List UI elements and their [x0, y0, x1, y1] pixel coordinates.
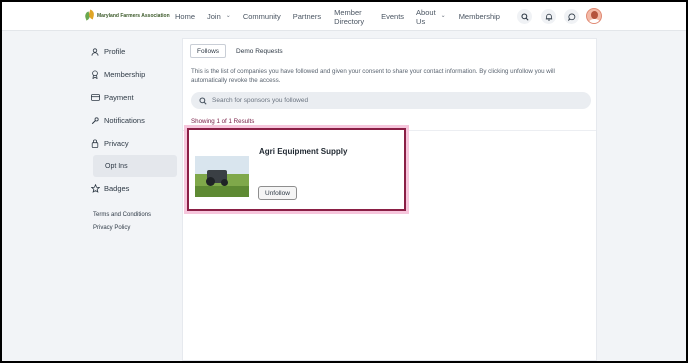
- sidebar-item-label: Membership: [104, 70, 146, 79]
- sidebar-item-notifications[interactable]: Notifications: [90, 109, 180, 132]
- chevron-down-icon: ⌄: [440, 13, 446, 19]
- sidebar-item-label: Badges: [104, 184, 130, 193]
- search-button[interactable]: [517, 9, 532, 24]
- account-sidebar: Profile Membership Payment Notifications…: [90, 40, 180, 234]
- sidebar-item-payment[interactable]: Payment: [90, 86, 180, 109]
- badge-icon: [90, 70, 100, 79]
- brand-logo[interactable]: Maryland Farmers Association: [85, 10, 170, 21]
- sidebar-item-membership[interactable]: Membership: [90, 63, 180, 86]
- sidebar-item-opt-ins[interactable]: Opt Ins: [93, 155, 177, 177]
- sponsor-search[interactable]: [191, 92, 591, 109]
- main-nav: Home Join ⌄ Community Partners Member Dir…: [175, 2, 500, 31]
- tab-demo-requests[interactable]: Demo Requests: [230, 44, 289, 58]
- terms-link[interactable]: Terms and Conditions: [90, 208, 180, 221]
- nav-membership[interactable]: Membership: [459, 12, 500, 21]
- search-icon: [520, 12, 529, 21]
- sidebar-item-label: Opt Ins: [105, 162, 128, 170]
- nav-join[interactable]: Join ⌄: [207, 12, 231, 21]
- user-avatar[interactable]: [586, 8, 602, 24]
- unfollow-button[interactable]: Unfollow: [258, 186, 297, 200]
- messages-button[interactable]: [564, 9, 579, 24]
- nav-community[interactable]: Community: [243, 12, 281, 21]
- tab-bar: Follows Demo Requests: [190, 44, 289, 58]
- sidebar-item-profile[interactable]: Profile: [90, 40, 180, 63]
- nav-partners[interactable]: Partners: [293, 12, 321, 21]
- sidebar-item-privacy[interactable]: Privacy: [90, 132, 180, 155]
- nav-member-directory[interactable]: Member Directory: [334, 8, 370, 26]
- sponsor-name: Agri Equipment Supply: [259, 147, 348, 156]
- sponsor-card: Agri Equipment Supply Unfollow: [187, 128, 406, 211]
- bell-icon: [545, 13, 552, 21]
- sidebar-item-badges[interactable]: Badges: [90, 177, 180, 200]
- nav-home[interactable]: Home: [175, 12, 195, 21]
- chevron-down-icon: ⌄: [225, 13, 231, 19]
- nav-events[interactable]: Events: [381, 12, 404, 21]
- leaf-logo-icon: [85, 10, 94, 21]
- sidebar-item-label: Profile: [104, 47, 126, 56]
- sidebar-item-label: Notifications: [104, 116, 145, 125]
- top-header: Maryland Farmers Association Home Join ⌄ …: [2, 2, 686, 31]
- search-input[interactable]: [212, 97, 572, 104]
- notifications-button[interactable]: [541, 9, 556, 24]
- sidebar-item-label: Payment: [104, 93, 134, 102]
- star-icon: [90, 184, 100, 193]
- opt-ins-panel: Follows Demo Requests This is the list o…: [182, 38, 597, 361]
- app-window: Maryland Farmers Association Home Join ⌄ …: [2, 2, 686, 361]
- privacy-policy-link[interactable]: Privacy Policy: [90, 221, 180, 234]
- follows-description: This is the list of companies you have f…: [191, 68, 555, 84]
- results-count: Showing 1 of 1 Results: [191, 118, 255, 125]
- lock-icon: [90, 139, 100, 148]
- search-icon: [199, 96, 207, 105]
- tab-follows[interactable]: Follows: [190, 44, 227, 58]
- user-icon: [90, 47, 100, 56]
- sidebar-item-label: Privacy: [104, 139, 129, 148]
- credit-card-icon: [90, 94, 100, 101]
- brand-name: Maryland Farmers Association: [97, 12, 170, 19]
- wrench-icon: [90, 116, 100, 125]
- sponsor-image: [195, 156, 249, 197]
- chat-icon: [567, 13, 575, 21]
- nav-about-us[interactable]: About Us ⌄: [416, 8, 446, 26]
